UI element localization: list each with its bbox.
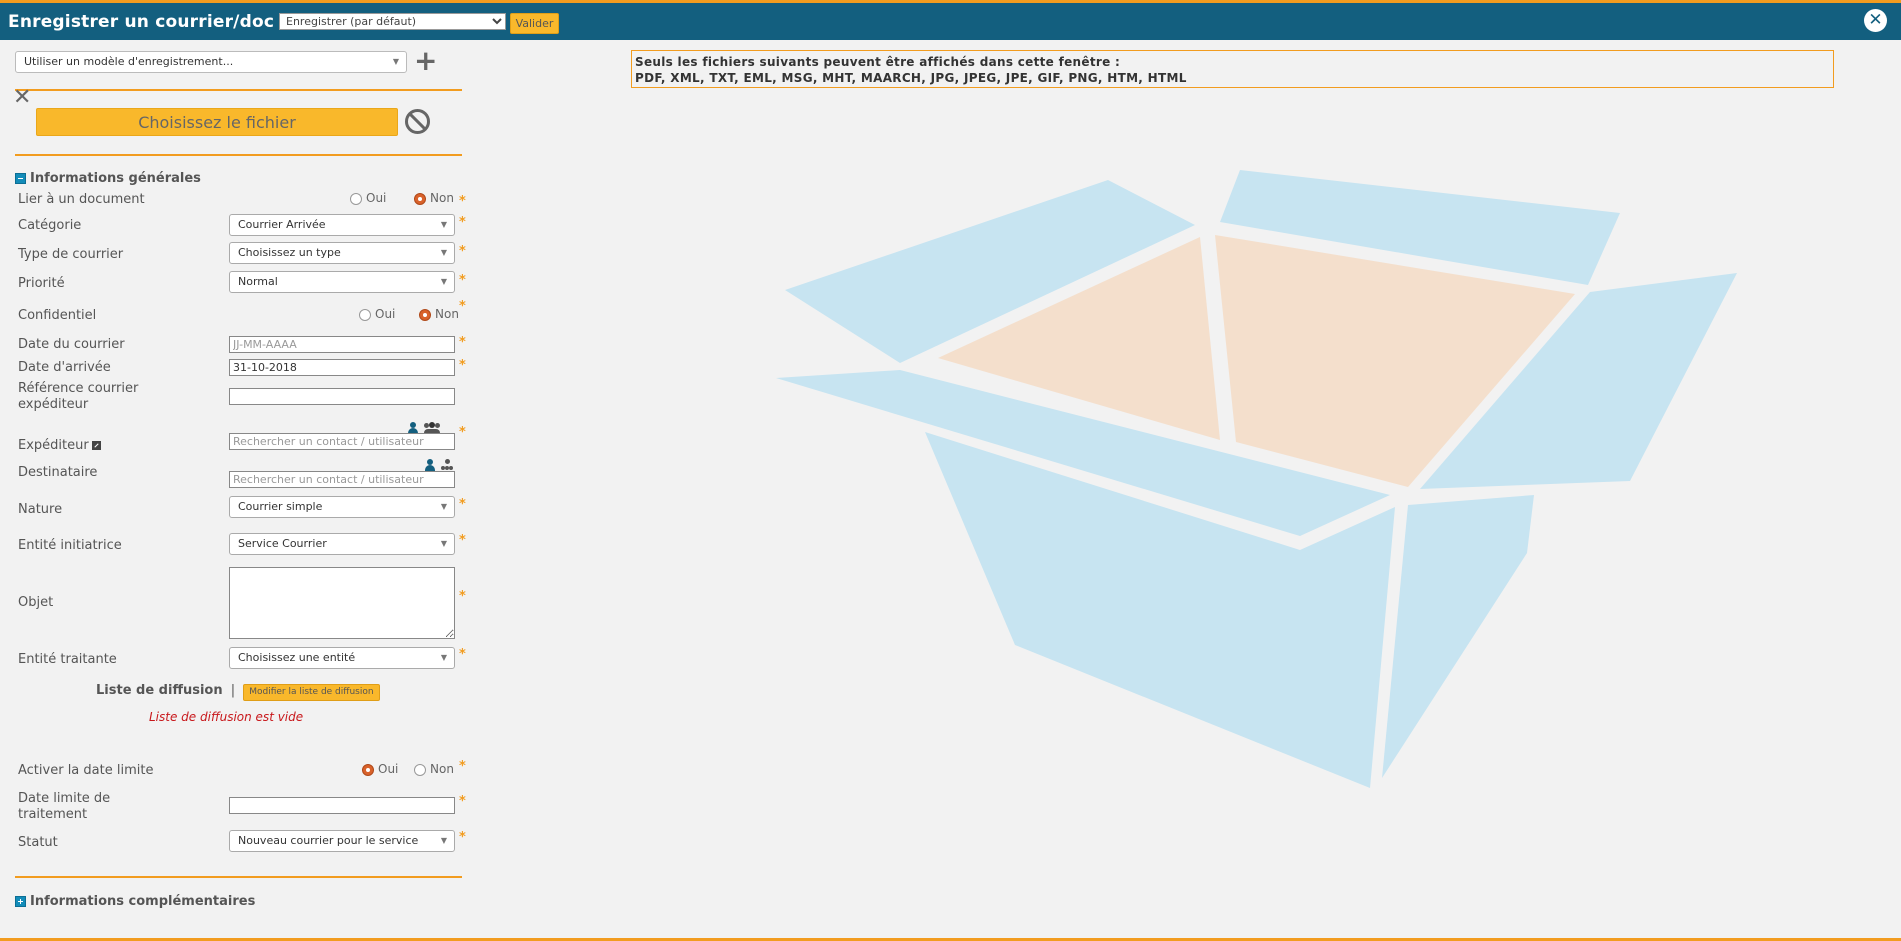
priority-select[interactable]: Normal ▼ [229,271,455,293]
mail-date-label: Date du courrier [18,337,125,352]
confidential-yes-radio[interactable] [359,308,371,321]
add-model-icon[interactable]: + [414,47,437,75]
required-star: * [459,497,466,512]
box-front-right [1382,495,1534,778]
status-label: Statut [18,835,58,850]
required-star: * [459,647,466,662]
empty-box-illustration [776,170,1737,788]
mode-select[interactable]: Enregistrer (par défaut) [279,13,506,30]
link-doc-radios: Oui Non [350,191,454,205]
mail-date-field[interactable] [229,336,455,353]
subject-label: Objet [18,595,54,610]
mail-type-select[interactable]: Choisissez un type ▼ [229,242,455,264]
status-select[interactable]: Nouveau courrier pour le service ▼ [229,830,455,852]
initiating-entity-select[interactable]: Service Courrier ▼ [229,533,455,555]
processing-entity-select[interactable]: Choisissez une entité ▼ [229,647,455,669]
required-star: * [459,194,466,209]
link-doc-no-radio[interactable] [414,192,427,205]
window-header: Enregistrer un courrier/doc : Enregistre… [0,3,1901,40]
priority-label: Priorité [18,276,65,291]
required-star: * [459,759,466,774]
divider [15,89,462,91]
sender-ref-label: Référence courrier expéditeur [18,381,139,412]
sender-ref-field[interactable] [229,388,455,405]
section-more-toggle[interactable]: Informations complémentaires [15,894,255,909]
link-doc-yes-radio[interactable] [350,192,362,205]
model-select[interactable]: Utiliser un modèle d'enregistrement... ▼ [15,51,407,73]
required-star: * [459,273,466,288]
close-icon[interactable]: ✕ [1864,9,1887,32]
processing-entity-label: Entité traitante [18,652,117,667]
chevron-down-icon: ▼ [440,502,447,511]
deadline-yes-radio[interactable] [362,763,374,776]
recipient-label: Destinataire [18,465,98,480]
sender-label: Expéditeur [18,438,101,454]
chevron-down-icon: ▼ [392,57,399,66]
separator: | [230,683,236,698]
chevron-down-icon: ▼ [440,220,447,229]
remove-file-icon[interactable]: ✕ [13,87,31,109]
required-star: * [459,299,466,314]
diffusion-label: Liste de diffusion [96,683,223,698]
person-icon[interactable] [424,459,436,471]
required-star: * [459,589,466,604]
confidential-no-radio[interactable] [419,308,432,321]
required-star: * [459,335,466,350]
required-star: * [459,425,466,440]
choose-file-button[interactable]: Choisissez le fichier [36,108,398,136]
org-tree-icon[interactable] [441,459,454,471]
nature-select[interactable]: Courrier simple ▼ [229,496,455,518]
expand-icon [15,896,26,907]
arrival-date-field[interactable] [229,359,455,376]
initiating-entity-label: Entité initiatrice [18,538,122,553]
link-doc-label: Lier à un document [18,192,145,207]
form-panel: Utiliser un modèle d'enregistrement... ▼ … [0,40,470,941]
sender-search-input[interactable] [229,433,455,450]
validate-button[interactable]: Valider [510,13,559,34]
edit-icon[interactable] [91,441,101,450]
deadline-label: Date limite de traitement [18,791,111,822]
deadline-toggle-label: Activer la date limite [18,763,154,778]
chevron-down-icon: ▼ [440,836,447,845]
required-star: * [459,358,466,373]
arrival-date-label: Date d'arrivée [18,360,111,375]
deadline-no-radio[interactable] [414,763,427,776]
required-star: * [459,533,466,548]
divider [15,154,462,156]
window-title: Enregistrer un courrier/doc : [8,12,288,32]
chevron-down-icon: ▼ [440,539,447,548]
category-label: Catégorie [18,218,82,233]
chevron-down-icon: ▼ [440,277,447,286]
mail-type-label: Type de courrier [18,247,124,262]
cancel-icon[interactable] [405,109,430,134]
deadline-toggle-radios: Oui Non [362,762,454,776]
required-star: * [459,794,466,809]
modify-diffusion-button[interactable]: Modifier la liste de diffusion [243,684,380,701]
subject-textarea[interactable] [229,567,455,639]
recipient-search-input[interactable] [229,471,455,488]
confidential-radios: Oui Non [359,307,459,321]
supported-files-notice: Seuls les fichiers suivants peuvent être… [631,50,1834,88]
chevron-down-icon: ▼ [440,653,447,662]
category-select[interactable]: Courrier Arrivée ▼ [229,214,455,236]
required-star: * [459,830,466,845]
divider [15,876,462,878]
diffusion-empty-message: Liste de diffusion est vide [149,710,304,724]
nature-label: Nature [18,502,63,517]
required-star: * [459,244,466,259]
chevron-down-icon: ▼ [440,248,447,257]
section-general-toggle[interactable]: Informations générales [15,171,201,186]
collapse-icon [15,173,26,184]
diffusion-row: Liste de diffusion | Modifier la liste d… [96,679,380,701]
deadline-field[interactable] [229,797,455,814]
required-star: * [459,215,466,230]
confidential-label: Confidentiel [18,308,97,323]
